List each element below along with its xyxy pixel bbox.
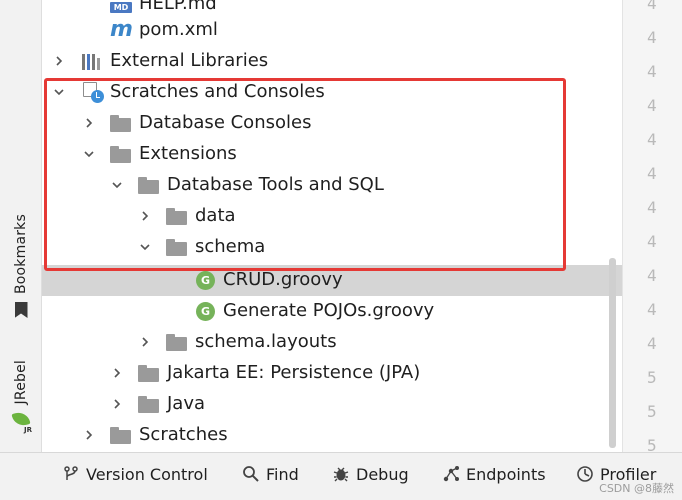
find-tool-button[interactable]: Find	[242, 463, 299, 485]
libraries-icon	[82, 52, 104, 70]
maven-icon: m	[110, 17, 133, 42]
tree-row-external-libraries[interactable]: External Libraries	[42, 46, 622, 77]
tree-row-label: data	[195, 205, 236, 226]
bookmarks-label: Bookmarks	[13, 214, 29, 295]
line-number: 4	[647, 300, 657, 319]
tree-row-crud-groovy[interactable]: G CRUD.groovy	[42, 265, 622, 296]
folder-icon	[166, 239, 187, 256]
endpoints-tool-button[interactable]: Endpoints	[442, 463, 546, 485]
endpoints-icon	[442, 465, 460, 483]
tree-row-label: HELP.md	[139, 0, 217, 14]
chevron-right-icon[interactable]	[82, 116, 96, 130]
line-number: 4	[647, 96, 657, 115]
tree-row-label: Extensions	[139, 143, 237, 164]
line-number: 5	[647, 402, 657, 421]
line-number: 4	[647, 198, 657, 217]
groovy-icon: G	[196, 271, 215, 290]
project-tree: MD HELP.md m pom.xml External Libraries …	[42, 0, 622, 452]
find-label: Find	[266, 464, 299, 484]
chevron-down-icon[interactable]	[82, 147, 96, 161]
watermark: CSDN @8藤然	[599, 482, 674, 495]
tree-row-label: schema	[195, 236, 266, 257]
bottom-tool-bar: Version Control Find Debug Endpoints Pro…	[0, 452, 682, 500]
left-tool-strip: Bookmarks JRebel JR	[0, 0, 42, 452]
chevron-right-icon[interactable]	[138, 335, 152, 349]
bug-icon	[332, 465, 350, 483]
tree-row-label: CRUD.groovy	[223, 269, 343, 290]
tree-row-label: Database Consoles	[139, 112, 312, 133]
tree-row-label: Generate POJOs.groovy	[223, 300, 435, 321]
tree-row-label: External Libraries	[110, 50, 269, 71]
tree-row-scratches[interactable]: Scratches	[42, 420, 622, 451]
chevron-right-icon[interactable]	[138, 209, 152, 223]
chevron-right-icon[interactable]	[52, 54, 66, 68]
line-number: 4	[647, 62, 657, 81]
folder-icon	[138, 396, 159, 413]
folder-icon	[166, 208, 187, 225]
line-number: 4	[647, 0, 657, 13]
md-file-icon: MD	[110, 2, 132, 13]
editor-gutter: 4 4 4 4 4 4 4 4 4 4 4 5 5 5	[622, 0, 682, 455]
folder-icon	[166, 334, 187, 351]
tree-row-label: pom.xml	[139, 19, 218, 40]
chevron-right-icon[interactable]	[110, 366, 124, 380]
tree-row-database-tools-and-sql[interactable]: Database Tools and SQL	[42, 170, 622, 201]
folder-icon	[110, 146, 131, 163]
line-number: 4	[647, 334, 657, 353]
tree-row-jakarta-ee-persistence[interactable]: Jakarta EE: Persistence (JPA)	[42, 358, 622, 389]
line-number: 4	[647, 164, 657, 183]
chevron-right-icon[interactable]	[110, 397, 124, 411]
line-number: 4	[647, 232, 657, 251]
folder-icon	[110, 115, 131, 132]
chevron-down-icon[interactable]	[138, 240, 152, 254]
folder-icon	[138, 365, 159, 382]
bookmarks-tool-tab[interactable]: Bookmarks	[0, 214, 42, 319]
line-number: 4	[647, 28, 657, 47]
jrebel-icon: JR	[10, 410, 32, 434]
tree-row-data[interactable]: data	[42, 201, 622, 232]
line-number: 4	[647, 130, 657, 149]
tree-row-label: Scratches	[139, 424, 228, 445]
line-number: 4	[647, 266, 657, 285]
debug-tool-button[interactable]: Debug	[332, 463, 409, 485]
tree-row-extensions[interactable]: Extensions	[42, 139, 622, 170]
groovy-icon: G	[196, 302, 215, 321]
tree-row-label: Scratches and Consoles	[110, 81, 325, 102]
folder-icon	[110, 427, 131, 444]
tree-scrollbar[interactable]	[609, 258, 616, 448]
tree-row-pom-xml[interactable]: m pom.xml	[42, 15, 622, 46]
tree-row-java[interactable]: Java	[42, 389, 622, 420]
tree-row-schema-layouts[interactable]: schema.layouts	[42, 327, 622, 358]
branch-icon	[62, 465, 80, 483]
jrebel-tool-tab[interactable]: JRebel JR	[0, 360, 42, 434]
chevron-right-icon[interactable]	[82, 428, 96, 442]
tree-row-schema[interactable]: schema	[42, 232, 622, 263]
version-control-label: Version Control	[86, 464, 208, 484]
profiler-icon	[576, 465, 594, 483]
tree-row-label: Jakarta EE: Persistence (JPA)	[167, 362, 421, 383]
endpoints-label: Endpoints	[466, 464, 546, 484]
tree-row-database-consoles[interactable]: Database Consoles	[42, 108, 622, 139]
chevron-down-icon[interactable]	[110, 178, 124, 192]
debug-label: Debug	[356, 464, 409, 484]
tree-row-label: Database Tools and SQL	[167, 174, 384, 195]
jrebel-label: JRebel	[13, 360, 29, 405]
tree-row-label: schema.layouts	[195, 331, 337, 352]
folder-icon	[138, 177, 159, 194]
tree-row-scratches-and-consoles[interactable]: Scratches and Consoles	[42, 77, 622, 108]
scratches-icon	[82, 82, 104, 104]
version-control-tool-button[interactable]: Version Control	[62, 463, 208, 485]
line-number: 5	[647, 368, 657, 387]
chevron-down-icon[interactable]	[52, 85, 66, 99]
tree-row-label: Java	[167, 393, 206, 414]
tree-row-generate-pojos-groovy[interactable]: G Generate POJOs.groovy	[42, 296, 622, 327]
bookmark-icon	[14, 302, 28, 319]
search-icon	[242, 465, 260, 483]
